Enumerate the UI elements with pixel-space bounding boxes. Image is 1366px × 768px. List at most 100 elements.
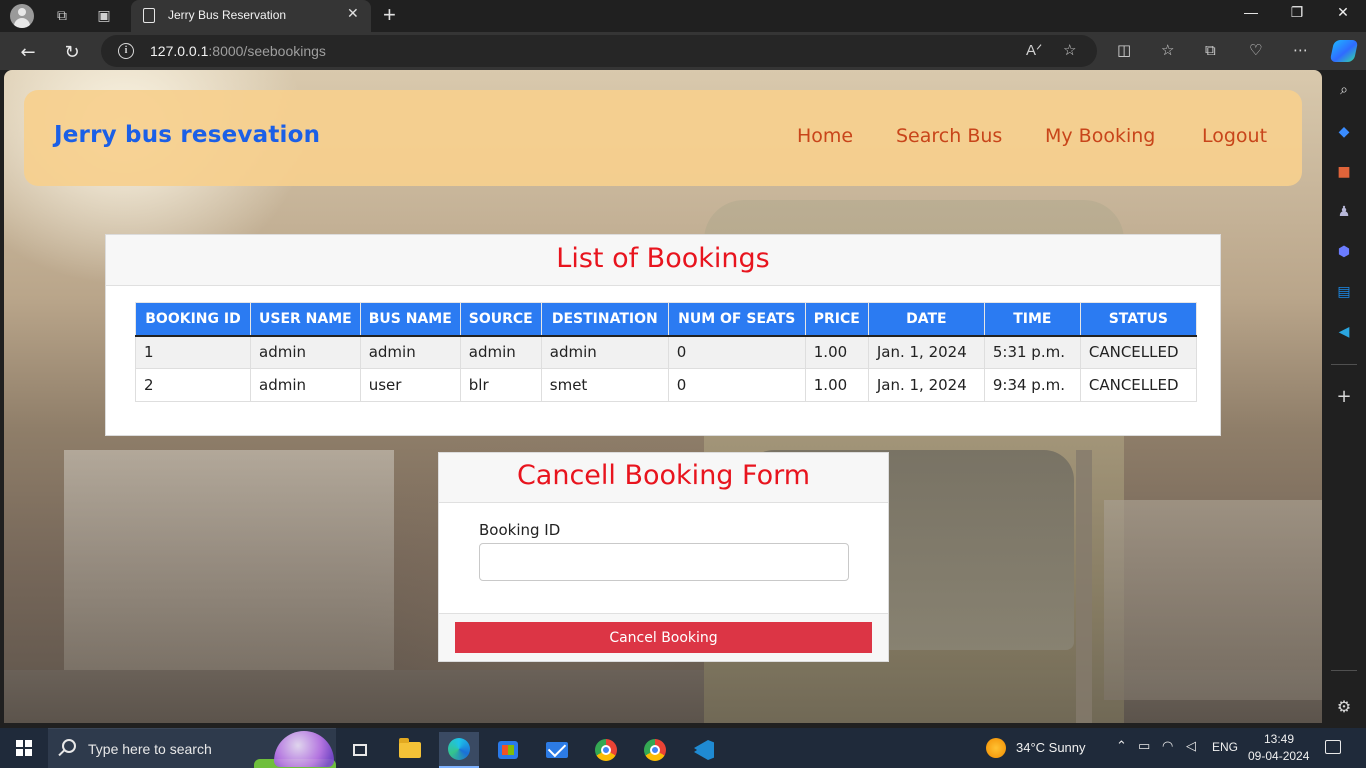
mail-icon: [546, 742, 568, 758]
cell-destination: admin: [540, 335, 669, 369]
tray-chevron-icon[interactable]: ⌃: [1116, 739, 1127, 754]
clock-date[interactable]: 09-04-2024: [1248, 749, 1309, 763]
cell-time: 9:34 p.m.: [983, 368, 1081, 402]
cell-booking-id: 2: [135, 368, 251, 402]
close-window-button[interactable]: ✕: [1320, 4, 1366, 21]
more-icon[interactable]: ⋯: [1293, 41, 1308, 59]
tools-icon[interactable]: ■: [1334, 162, 1354, 182]
cell-price: 1.00: [804, 335, 869, 369]
chrome-button[interactable]: [586, 732, 626, 768]
cell-date: Jan. 1, 2024: [867, 335, 985, 369]
mail-button[interactable]: [537, 732, 577, 768]
volume-icon[interactable]: ◁: [1186, 739, 1196, 754]
column-header: TIME: [983, 302, 1081, 337]
page-favicon-icon: [143, 8, 155, 23]
cell-source: admin: [459, 335, 542, 369]
cell-num-seats: 0: [667, 335, 806, 369]
cell-price: 1.00: [804, 368, 869, 402]
chrome-icon: [595, 739, 617, 761]
telegram-icon[interactable]: ◀: [1334, 322, 1354, 342]
url-host: 127.0.0.1: [150, 43, 209, 59]
tab-actions-icon[interactable]: ▣: [92, 4, 116, 28]
read-aloud-icon[interactable]: Aᐟ: [1026, 41, 1042, 59]
tab-close-icon[interactable]: ✕: [347, 6, 359, 22]
cell-bus-name: admin: [359, 335, 461, 369]
browser-toolbar: ← ↻ i 127.0.0.1:8000/seebookings Aᐟ ☆ ◫ …: [0, 32, 1366, 70]
language-indicator[interactable]: ENG: [1212, 740, 1238, 754]
address-bar[interactable]: i 127.0.0.1:8000/seebookings Aᐟ ☆: [101, 35, 1097, 67]
settings-icon[interactable]: ⚙: [1334, 696, 1354, 716]
wifi-icon[interactable]: ◠: [1162, 739, 1173, 754]
outlook-icon[interactable]: ▤: [1334, 282, 1354, 302]
nav-search-bus[interactable]: Search Bus: [896, 125, 1002, 147]
windows-start-icon[interactable]: [16, 740, 32, 756]
edge-button[interactable]: [439, 732, 479, 768]
weather-sun-icon[interactable]: [986, 738, 1006, 758]
page-viewport: Jerry bus resevation Home Search Bus My …: [4, 70, 1322, 723]
copilot-icon[interactable]: [1329, 40, 1359, 62]
column-header: USER NAME: [250, 302, 361, 337]
microsoft-store-button[interactable]: [488, 732, 528, 768]
bookings-card: List of Bookings BOOKING ID USER NAME BU…: [105, 234, 1221, 436]
profile-icon[interactable]: [10, 4, 34, 28]
task-view-icon: [353, 744, 367, 756]
browser-essentials-icon[interactable]: ♡: [1249, 41, 1262, 59]
microsoft-store-icon: [498, 741, 518, 759]
background-pole: [1076, 450, 1092, 723]
background-building: [1104, 500, 1322, 700]
site-brand[interactable]: Jerry bus resevation: [54, 122, 320, 148]
weather-text[interactable]: 34°C Sunny: [1016, 740, 1086, 755]
battery-icon[interactable]: ▭: [1138, 739, 1150, 754]
chrome-profile-icon: [644, 739, 666, 761]
url-text[interactable]: 127.0.0.1:8000/seebookings: [150, 43, 326, 59]
refresh-icon[interactable]: ↻: [60, 40, 84, 64]
file-explorer-button[interactable]: [390, 732, 430, 768]
search-icon[interactable]: ⌕: [1334, 80, 1354, 100]
games-icon[interactable]: ♟: [1334, 202, 1354, 222]
clock-time[interactable]: 13:49: [1264, 732, 1294, 746]
cell-date: Jan. 1, 2024: [867, 368, 985, 402]
cancel-form-header: Cancell Booking Form: [439, 453, 888, 503]
tab-title: Jerry Bus Reservation: [168, 8, 287, 22]
url-path: :8000/seebookings: [208, 43, 326, 59]
windows-taskbar: Type here to search 34°C Sunny ⌃ ▭ ◠ ◁ E…: [0, 728, 1366, 768]
bookings-table: BOOKING ID USER NAME BUS NAME SOURCE DES…: [135, 302, 1197, 402]
nav-home[interactable]: Home: [797, 125, 853, 147]
browser-tab[interactable]: Jerry Bus Reservation ✕: [131, 0, 371, 32]
new-tab-button[interactable]: +: [383, 2, 396, 28]
column-header: SOURCE: [459, 302, 542, 337]
nav-my-booking[interactable]: My Booking: [1045, 125, 1155, 147]
favorites-icon[interactable]: ☆: [1161, 41, 1174, 59]
column-header: NUM OF SEATS: [667, 302, 806, 337]
split-screen-icon[interactable]: ◫: [1117, 41, 1131, 59]
minimize-button[interactable]: —: [1228, 4, 1274, 20]
site-info-icon[interactable]: i: [118, 43, 134, 59]
task-view-button[interactable]: [340, 732, 380, 768]
vscode-button[interactable]: [684, 732, 724, 768]
favorite-star-icon[interactable]: ☆: [1063, 41, 1076, 59]
back-icon[interactable]: ←: [16, 40, 40, 64]
nav-logout[interactable]: Logout: [1202, 125, 1267, 147]
cancel-booking-button[interactable]: Cancel Booking: [455, 622, 872, 653]
shopping-tag-icon[interactable]: ◆: [1334, 122, 1354, 142]
cancel-booking-card: Cancell Booking Form Booking ID Cancel B…: [438, 452, 889, 662]
maximize-button[interactable]: ❐: [1274, 4, 1320, 21]
chrome-profile-button[interactable]: [635, 732, 675, 768]
workspaces-icon[interactable]: ⧉: [50, 4, 74, 28]
notification-icon[interactable]: [1325, 740, 1341, 754]
taskbar-search-box[interactable]: Type here to search: [48, 728, 336, 768]
vscode-icon: [694, 740, 714, 760]
browser-titlebar: ⧉ ▣ Jerry Bus Reservation ✕ + — ❐ ✕: [0, 0, 1366, 32]
bookings-card-header: List of Bookings: [106, 235, 1220, 286]
add-icon[interactable]: +: [1334, 386, 1354, 407]
cell-num-seats: 0: [667, 368, 806, 402]
table-header-row: BOOKING ID USER NAME BUS NAME SOURCE DES…: [135, 302, 1197, 337]
booking-id-input[interactable]: [479, 543, 849, 581]
cell-destination: smet: [540, 368, 669, 402]
taskbar-search-placeholder: Type here to search: [88, 741, 212, 757]
table-row: 2 admin user blr smet 0 1.00 Jan. 1, 202…: [135, 368, 1197, 402]
cancel-form-footer: Cancel Booking: [439, 613, 888, 661]
microsoft365-icon[interactable]: ⬢: [1334, 242, 1354, 262]
collections-icon[interactable]: ⧉: [1205, 41, 1216, 59]
sidebar-divider: [1331, 670, 1357, 671]
